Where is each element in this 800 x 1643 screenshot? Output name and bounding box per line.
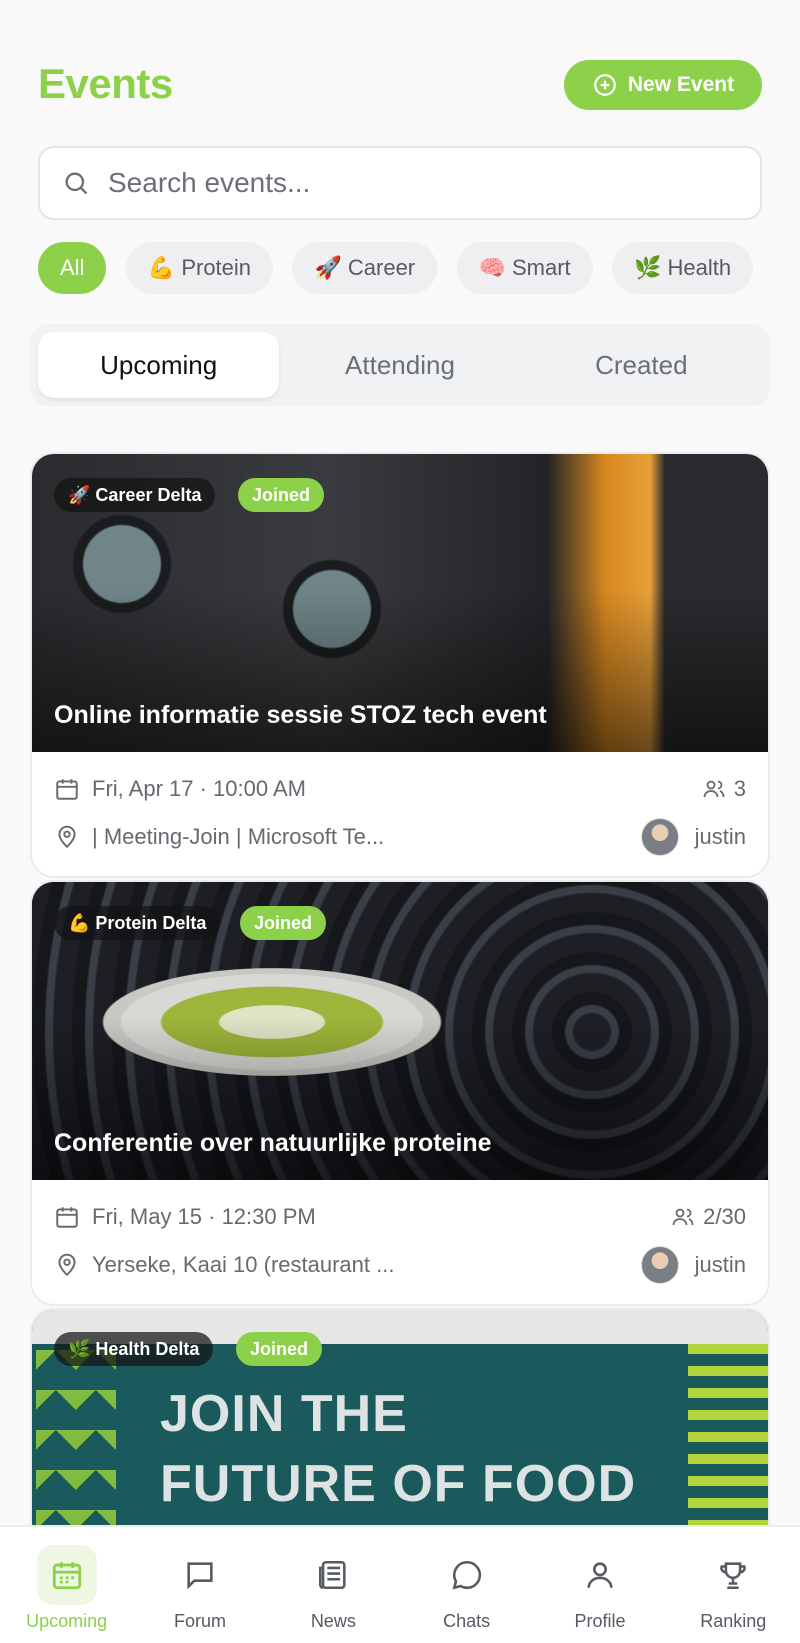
event-card[interactable]: JOIN THE FUTURE OF FOOD 🌿 Health Delta J… xyxy=(30,1308,770,1548)
event-image: 💪 Protein Delta Joined Conferentie over … xyxy=(32,882,768,1180)
nav-label: Ranking xyxy=(700,1611,767,1631)
attendee-count: 3 xyxy=(733,776,746,801)
calendar-icon xyxy=(52,1562,81,1590)
users-icon xyxy=(672,1208,694,1226)
newspaper-icon xyxy=(319,1560,346,1590)
rocket-icon: 🚀 xyxy=(314,255,342,280)
nav-label: Chats xyxy=(443,1611,491,1631)
nav-ranking[interactable]: Ranking xyxy=(667,1527,800,1643)
filter-chip-protein[interactable]: 💪 Protein xyxy=(125,242,274,294)
category-badge: 🌿 Health Delta xyxy=(54,1332,214,1366)
event-tabs: Upcoming Attending Created xyxy=(30,324,770,406)
host-avatar xyxy=(640,1246,679,1284)
search-icon xyxy=(65,172,88,195)
new-event-label: New Event xyxy=(627,73,735,96)
nav-label: Profile xyxy=(574,1611,626,1631)
tab-upcoming[interactable]: Upcoming xyxy=(38,332,280,398)
nav-chats[interactable]: Chats xyxy=(400,1527,533,1643)
users-icon xyxy=(703,780,725,798)
herb-icon: 🌿 xyxy=(634,255,662,280)
host-avatar xyxy=(640,818,679,856)
header: Events New Event xyxy=(38,58,762,112)
event-card[interactable]: 🚀 Career Delta Joined Online informatie … xyxy=(30,452,770,878)
filter-chip-smart[interactable]: 🧠 Smart xyxy=(456,242,593,294)
category-badge: 🚀 Career Delta xyxy=(54,478,216,512)
attendee-count: 2/30 xyxy=(703,1204,746,1229)
filter-chip-all[interactable]: All xyxy=(38,242,107,294)
nav-label: Forum xyxy=(173,1611,226,1631)
calendar-icon xyxy=(56,1207,78,1228)
nav-label: News xyxy=(310,1611,356,1631)
chip-label: Smart xyxy=(512,255,571,280)
joined-badge: Joined xyxy=(240,906,327,940)
joined-badge: Joined xyxy=(238,478,325,512)
trophy-icon xyxy=(720,1562,747,1590)
location-pin-icon xyxy=(58,825,76,849)
chip-label: All xyxy=(60,255,85,280)
category-filters: All 💪 Protein 🚀 Career 🧠 Smart 🌿 Health xyxy=(38,242,764,296)
joined-badge: Joined xyxy=(236,1332,323,1366)
event-title: Online informatie sessie STOZ tech event xyxy=(54,701,547,729)
search-bar[interactable] xyxy=(38,146,762,220)
search-input[interactable] xyxy=(108,167,708,199)
tab-attending[interactable]: Attending xyxy=(279,332,520,398)
muscle-icon: 💪 xyxy=(147,255,176,280)
message-square-icon xyxy=(187,1562,213,1590)
page-title: Events xyxy=(38,60,173,107)
event-location: Yerseke, Kaai 10 (restaurant ... xyxy=(92,1252,395,1277)
chat-bubble-icon xyxy=(452,1560,481,1590)
banner-text-line2: FUTURE OF FOOD xyxy=(160,1455,637,1513)
event-image: JOIN THE FUTURE OF FOOD 🌿 Health Delta J… xyxy=(32,1310,768,1546)
location-pin-icon xyxy=(58,1253,76,1277)
event-title: Conferentie over natuurlijke proteine xyxy=(54,1129,492,1157)
category-badge: 💪 Protein Delta xyxy=(54,906,221,940)
calendar-icon xyxy=(56,779,78,800)
event-datetime: Fri, Apr 17 · 10:00 AM xyxy=(92,776,306,801)
nav-forum[interactable]: Forum xyxy=(133,1527,266,1643)
bottom-nav: Upcoming Forum News Chats Profile Rankin… xyxy=(0,1525,800,1643)
event-card[interactable]: 💪 Protein Delta Joined Conferentie over … xyxy=(30,880,770,1306)
nav-label: Upcoming xyxy=(26,1611,108,1631)
filter-chip-health[interactable]: 🌿 Health xyxy=(612,242,754,294)
event-datetime: Fri, May 15 · 12:30 PM xyxy=(92,1204,316,1229)
filter-chip-career[interactable]: 🚀 Career xyxy=(292,242,438,294)
event-image: 🚀 Career Delta Joined Online informatie … xyxy=(32,454,768,752)
banner-text-line1: JOIN THE xyxy=(160,1385,408,1443)
brain-icon: 🧠 xyxy=(478,255,506,280)
tab-created[interactable]: Created xyxy=(521,332,762,398)
chip-label: Career xyxy=(347,255,416,280)
nav-profile[interactable]: Profile xyxy=(533,1527,666,1643)
nav-news[interactable]: News xyxy=(267,1527,400,1643)
host-name: justin xyxy=(694,1252,746,1277)
new-event-button[interactable]: New Event xyxy=(564,60,762,110)
plus-circle-icon xyxy=(594,74,616,96)
chip-label: Protein xyxy=(181,255,252,280)
event-location: | Meeting-Join | Microsoft Te... xyxy=(92,824,385,849)
nav-upcoming[interactable]: Upcoming xyxy=(0,1527,133,1643)
chip-label: Health xyxy=(667,255,732,280)
host-name: justin xyxy=(694,824,746,849)
user-icon xyxy=(587,1562,613,1588)
